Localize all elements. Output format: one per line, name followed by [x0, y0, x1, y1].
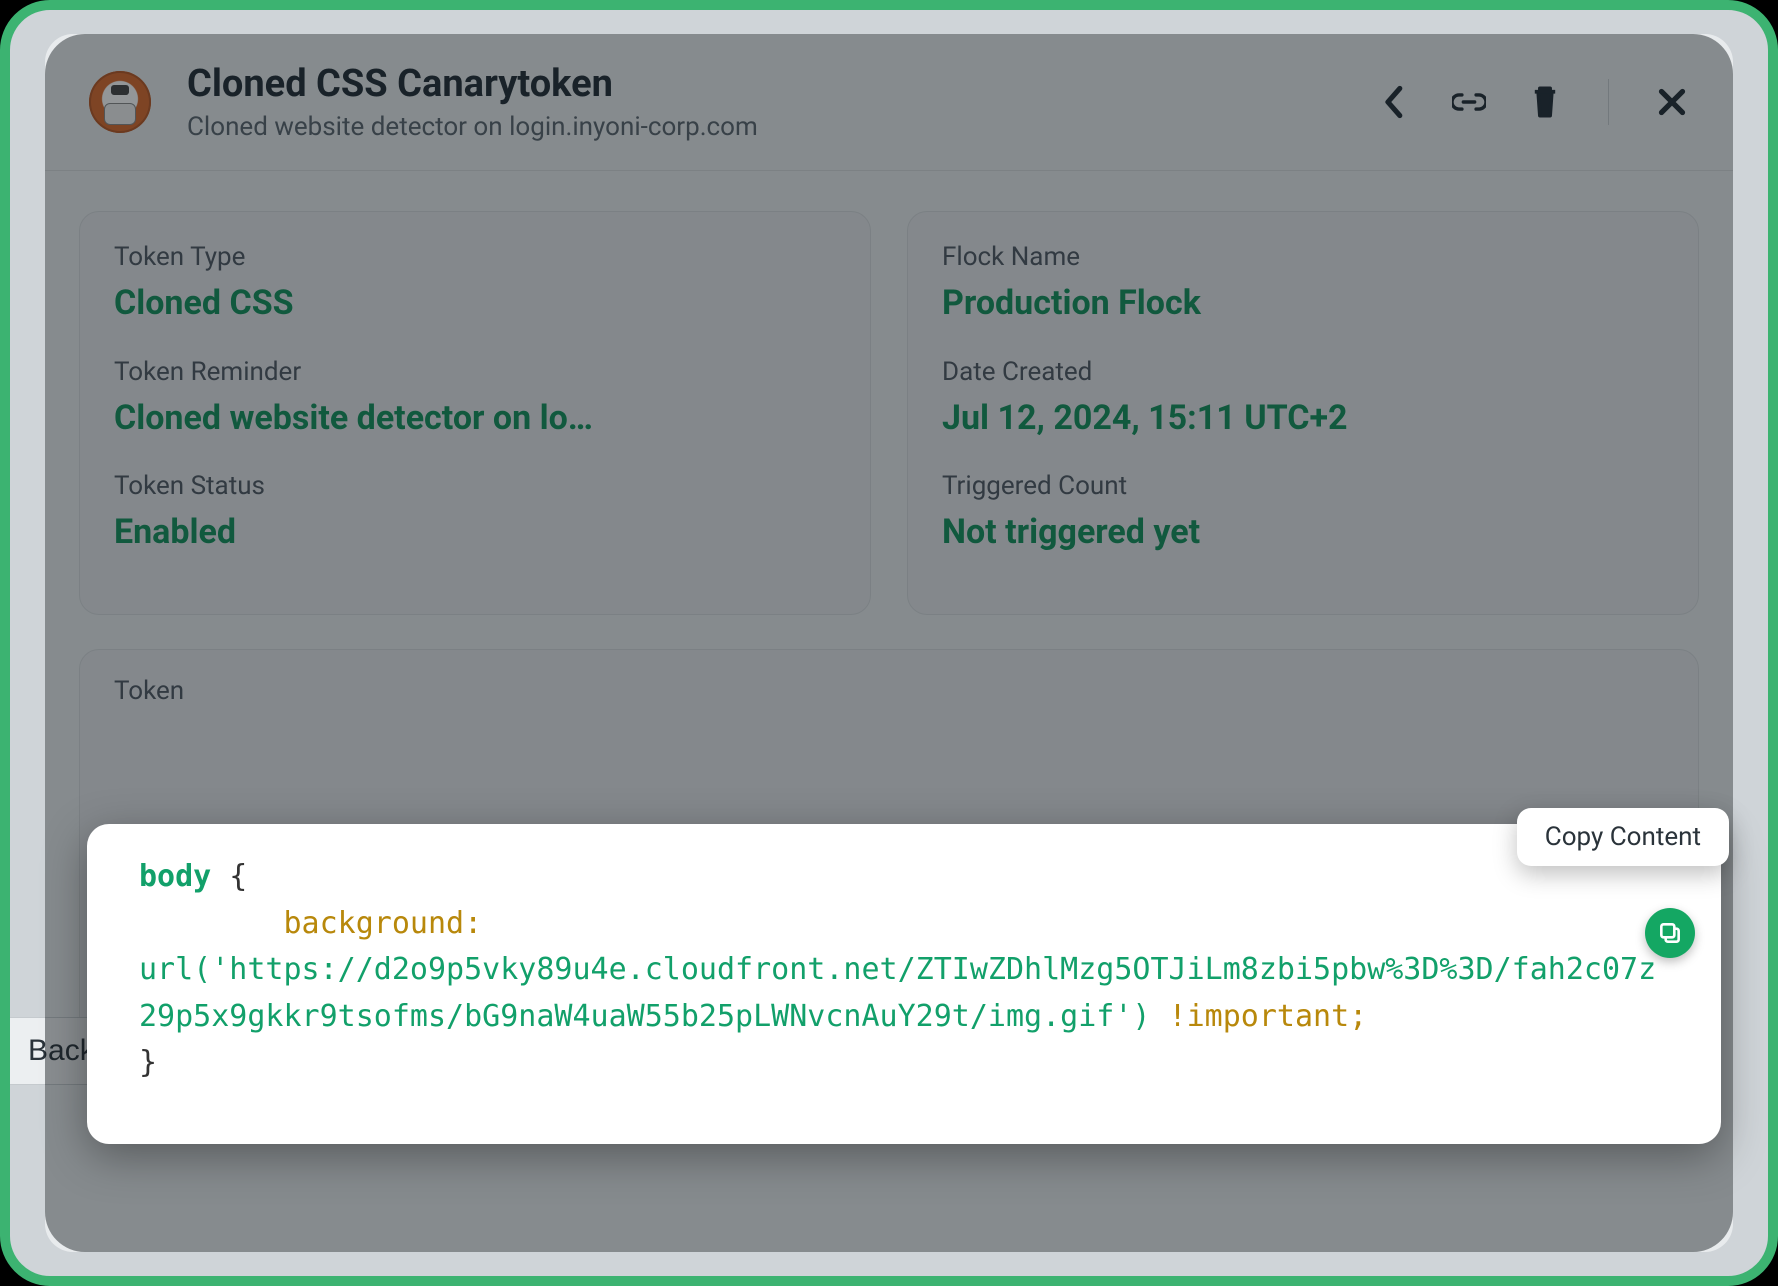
back-icon[interactable] [1376, 85, 1410, 119]
close-icon[interactable] [1655, 85, 1689, 119]
code-url-value: 'https://d2o9p5vky89u4e.cloudfront.net/Z… [139, 952, 1656, 1034]
code-close-brace: } [139, 1045, 157, 1080]
info-row: Token Type Cloned CSS Token Reminder Clo… [45, 171, 1733, 615]
token-code-panel: Copy Content body { background: url('htt… [87, 824, 1721, 1144]
date-created-label: Date Created [942, 357, 1664, 387]
token-code[interactable]: body { background: url('https://d2o9p5vk… [139, 854, 1669, 1087]
triggered-count-value: Not triggered yet [942, 511, 1664, 554]
flock-name-value: Production Flock [942, 282, 1664, 325]
code-url-suffix: ) [1132, 999, 1150, 1034]
date-created-value: Jul 12, 2024, 15:11 UTC+2 [942, 397, 1664, 440]
token-status-value: Enabled [114, 511, 836, 554]
code-important: !important; [1150, 999, 1367, 1034]
token-type-label: Token Type [114, 242, 836, 272]
copy-icon[interactable] [1645, 908, 1695, 958]
code-url-prefix: url( [139, 952, 211, 987]
code-selector: body [139, 859, 211, 894]
code-property: background: [139, 906, 482, 941]
trash-icon[interactable] [1528, 85, 1562, 119]
copy-content-tooltip[interactable]: Copy Content [1517, 808, 1729, 866]
modal-title: Cloned CSS Canarytoken [187, 62, 758, 106]
header-separator [1608, 79, 1609, 125]
token-label: Token [114, 676, 1664, 706]
token-status-label: Token Status [114, 471, 836, 501]
modal-subtitle: Cloned website detector on login.inyoni-… [187, 112, 758, 142]
code-open-brace: { [211, 859, 247, 894]
triggered-count-label: Triggered Count [942, 471, 1664, 501]
token-detail-modal: Cloned CSS Canarytoken Cloned website de… [45, 34, 1733, 1252]
token-avatar [89, 71, 151, 133]
app-frame: Cloned CSS Canarytoken Cloned website de… [0, 0, 1778, 1286]
token-reminder-label: Token Reminder [114, 357, 836, 387]
header-titles: Cloned CSS Canarytoken Cloned website de… [187, 62, 758, 142]
token-type-value: Cloned CSS [114, 282, 836, 325]
token-reminder-value: Cloned website detector on lo… [114, 397, 836, 440]
link-icon[interactable] [1452, 85, 1486, 119]
flock-info-card: Flock Name Production Flock Date Created… [907, 211, 1699, 615]
token-info-card: Token Type Cloned CSS Token Reminder Clo… [79, 211, 871, 615]
flock-name-label: Flock Name [942, 242, 1664, 272]
header-actions [1376, 79, 1689, 125]
modal-header: Cloned CSS Canarytoken Cloned website de… [45, 34, 1733, 171]
